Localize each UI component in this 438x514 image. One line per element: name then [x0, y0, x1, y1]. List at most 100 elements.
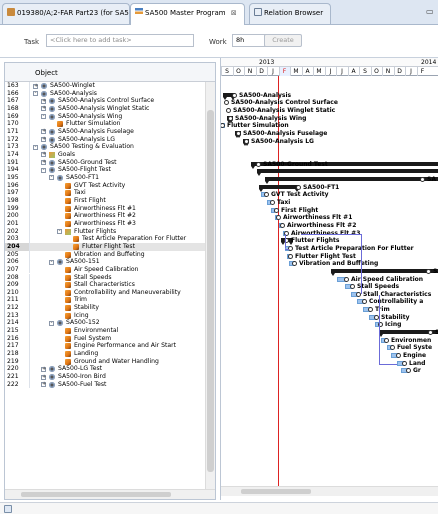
outline-row[interactable]: 167 + SA500-Analysis Control Surface [5, 97, 205, 105]
expand-toggle-icon[interactable]: + [33, 83, 38, 89]
expand-toggle-icon[interactable]: + [41, 374, 46, 380]
milestone-marker[interactable] [270, 199, 275, 205]
outline-row[interactable]: 172 + SA500-Analysis LG [5, 135, 205, 144]
milestone-marker[interactable] [228, 115, 233, 121]
outline-row[interactable]: 221 + SA500-Iron Bird [5, 373, 205, 381]
tab-far-part23[interactable]: 019380/A;2-FAR Part23 (for SA500) [2, 3, 130, 24]
outline-row[interactable]: 191 + SA500-Ground Test [5, 158, 205, 167]
collapse-toggle-icon[interactable]: - [49, 320, 54, 326]
expand-toggle-icon[interactable]: + [41, 137, 46, 143]
milestone-marker[interactable] [226, 107, 231, 113]
milestone-marker[interactable] [274, 207, 279, 213]
milestone-marker[interactable] [350, 284, 355, 290]
outline-row[interactable]: 199 Airworthiness Flt #1 [5, 204, 205, 213]
outline-row[interactable]: 211 Trim [5, 296, 205, 305]
milestone-marker[interactable] [224, 100, 229, 106]
expand-toggle-icon[interactable]: + [41, 106, 46, 112]
outline-row[interactable]: 202 - Flutter Flights [5, 227, 205, 236]
outline-row[interactable]: 170 Flutter Simulation [5, 120, 205, 128]
summary-bar-cap[interactable] [265, 180, 269, 184]
status-icon[interactable] [4, 505, 12, 513]
outline-row[interactable]: 204 Flutter Flight Test [5, 242, 205, 251]
outline-row[interactable]: 171 + SA500-Analysis Fuselage [5, 127, 205, 136]
outline-row[interactable]: 207 Air Speed Calibration [5, 265, 205, 274]
outline-row[interactable]: 218 Landing [5, 350, 205, 358]
milestone-marker[interactable] [406, 368, 411, 374]
outline-row[interactable]: 169 - SA500-Analysis Wing [5, 112, 205, 121]
collapse-toggle-icon[interactable]: - [33, 91, 38, 97]
outline-row[interactable]: 201 Airworthiness Flt #3 [5, 219, 205, 228]
outline-row[interactable]: 215 Environmental [5, 327, 205, 335]
expand-toggle-icon[interactable]: + [41, 152, 46, 158]
milestone-marker[interactable] [420, 176, 425, 182]
tab-relation-browser[interactable]: Relation Browser [249, 3, 331, 24]
milestone-marker[interactable] [232, 92, 237, 98]
expand-toggle-icon[interactable]: + [41, 98, 46, 104]
outline-row[interactable]: 203 Test Article Preparation For Flutter [5, 235, 205, 243]
scroll-thumb[interactable] [21, 492, 171, 497]
summary-bar[interactable] [331, 268, 438, 273]
milestone-marker[interactable] [344, 276, 349, 282]
summary-bar[interactable] [259, 184, 299, 189]
outline-row[interactable]: 216 Fuel System [5, 334, 205, 343]
milestone-marker[interactable] [362, 299, 367, 305]
expand-toggle-icon[interactable]: + [41, 382, 46, 388]
milestone-marker[interactable] [236, 130, 241, 136]
outline-row[interactable]: 209 Stall Characteristics [5, 281, 205, 289]
outline-row[interactable]: 173- SA500 Testing & Evaluation [5, 143, 205, 151]
outline-row[interactable]: 212 Stability [5, 304, 205, 312]
expand-toggle-icon[interactable]: + [41, 160, 46, 166]
collapse-toggle-icon[interactable]: - [49, 259, 54, 265]
milestone-marker[interactable] [276, 215, 281, 221]
outline-row[interactable]: 206 - SA500-151 [5, 258, 205, 266]
milestone-marker[interactable] [396, 353, 401, 359]
summary-bar[interactable] [265, 176, 438, 181]
outline-row[interactable]: 194 - SA500-Flight Test [5, 166, 205, 174]
outline-row[interactable]: 200 Airworthiness Flt #2 [5, 212, 205, 220]
task-input[interactable]: <Click here to add task> [46, 34, 194, 47]
summary-bar-cap[interactable] [223, 96, 227, 100]
create-button[interactable]: Create [264, 34, 302, 47]
summary-bar-cap[interactable] [257, 173, 261, 177]
tab-sa500-master-program[interactable]: SA500 Master Program ⊠ [130, 3, 245, 25]
summary-bar-cap[interactable] [259, 188, 263, 192]
milestone-marker[interactable] [280, 222, 285, 228]
outline-row[interactable]: 214 - SA500-152 [5, 319, 205, 328]
collapse-toggle-icon[interactable]: - [41, 167, 46, 173]
horizontal-scrollbar[interactable] [5, 489, 215, 499]
collapse-toggle-icon[interactable]: - [33, 144, 38, 150]
outline-row[interactable]: 208 Stall Speeds [5, 273, 205, 282]
outline-row[interactable]: 196 GVT Test Activity [5, 181, 205, 190]
outline-row[interactable]: 217 Engine Performance and Air Start [5, 342, 205, 351]
scroll-thumb[interactable] [207, 110, 214, 472]
outline-row[interactable]: 219 Ground and Water Handling [5, 357, 205, 366]
milestone-marker[interactable] [428, 330, 433, 336]
milestone-marker[interactable] [402, 360, 407, 366]
outline-row[interactable]: 166- SA500-Analysis [5, 89, 205, 98]
collapse-toggle-icon[interactable]: - [49, 175, 54, 181]
milestone-marker[interactable] [426, 268, 431, 274]
close-icon[interactable]: ⊠ [231, 9, 237, 17]
collapse-toggle-icon[interactable]: - [57, 229, 62, 235]
outline-row[interactable]: 210 Controllability and Maneuverability [5, 288, 205, 297]
outline-row[interactable]: 222 + SA500-Fuel Test [5, 380, 205, 389]
milestone-marker[interactable] [244, 138, 249, 144]
scroll-thumb[interactable] [241, 489, 311, 494]
milestone-marker[interactable] [288, 253, 293, 259]
outline-row[interactable]: 198 First Flight [5, 196, 205, 205]
milestone-marker[interactable] [292, 261, 297, 267]
summary-bar[interactable] [257, 169, 438, 174]
milestone-marker[interactable] [368, 307, 373, 313]
outline-row[interactable]: 220 + SA500-LG Test [5, 365, 205, 374]
summary-bar-cap[interactable] [251, 165, 255, 169]
collapse-toggle-icon[interactable]: - [41, 114, 46, 120]
milestone-marker[interactable] [296, 184, 301, 190]
outline-row[interactable]: 197 Taxi [5, 189, 205, 197]
expand-toggle-icon[interactable]: + [41, 366, 46, 372]
expand-toggle-icon[interactable]: + [41, 129, 46, 135]
milestone-marker[interactable] [256, 161, 261, 167]
outline-row[interactable]: 213 Icing [5, 311, 205, 320]
object-column-label[interactable]: Object [35, 69, 58, 77]
milestone-marker[interactable] [384, 337, 389, 343]
vertical-scrollbar[interactable] [205, 82, 215, 489]
